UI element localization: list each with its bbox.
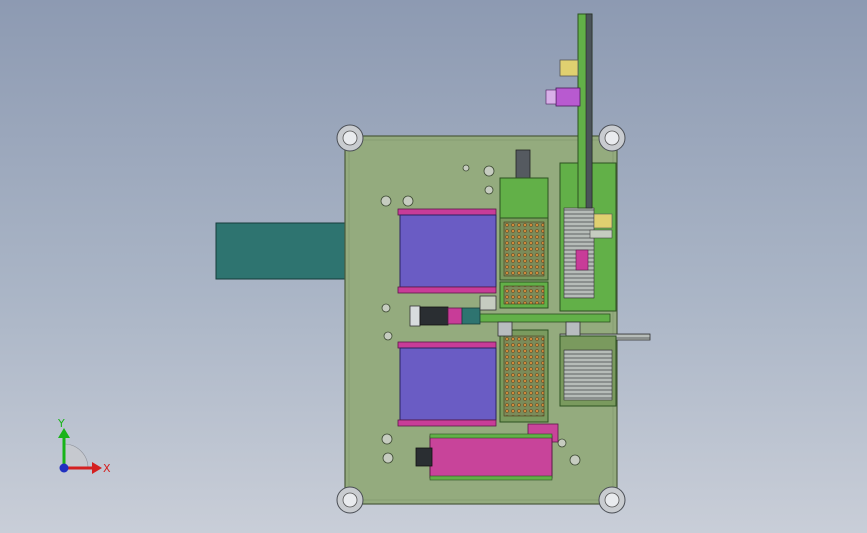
caster-wheel-bottom-left	[336, 486, 364, 514]
triad-plane-icon	[63, 443, 89, 469]
z-axis-dot	[59, 463, 69, 473]
cell-rack-right[interactable]	[559, 335, 617, 407]
x-axis-label: X	[103, 462, 111, 475]
tray-upper[interactable]	[397, 208, 497, 294]
coordinate-triad: Y X	[57, 417, 111, 475]
caster-wheel-top-right	[598, 124, 626, 152]
tray-lower[interactable]	[397, 341, 497, 427]
caster-wheel-bottom-right	[598, 486, 626, 514]
y-axis-label: Y	[57, 417, 65, 430]
assembly-drawing: Y X	[57, 13, 651, 514]
x-axis-arrow-head	[92, 462, 102, 474]
feeder-module-lower[interactable]	[499, 329, 549, 423]
cad-viewport[interactable]: Y X	[0, 0, 867, 533]
caster-wheel-top-left	[336, 124, 364, 152]
